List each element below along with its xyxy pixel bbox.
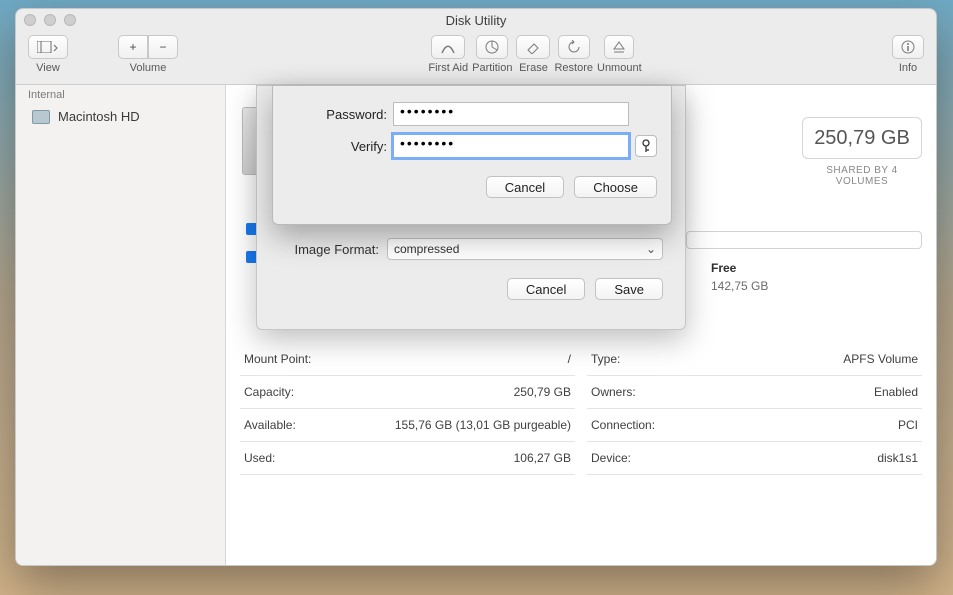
info-val: 106,27 GB xyxy=(514,451,571,465)
toolbar-volume: + − Volume xyxy=(118,35,178,74)
verify-label: Verify: xyxy=(287,139,387,154)
first-aid-label: First Aid xyxy=(428,62,468,74)
free-label: Free xyxy=(711,261,736,275)
unmount-icon xyxy=(613,40,625,54)
disk-size-badge: 250,79 GB xyxy=(802,117,922,159)
partition-icon xyxy=(485,40,499,54)
info-label: Info xyxy=(899,62,917,74)
erase-button[interactable] xyxy=(516,35,550,59)
image-format-value: compressed xyxy=(394,242,459,256)
titlebar: Disk Utility xyxy=(16,9,936,31)
toolbar: View + − Volume First Aid Partition Eras… xyxy=(16,31,936,85)
volume-add-button[interactable]: + xyxy=(118,35,148,59)
info-val: / xyxy=(568,352,571,366)
first-aid-icon xyxy=(440,40,456,54)
info-val: disk1s1 xyxy=(877,451,918,465)
info-val: 155,76 GB (13,01 GB purgeable) xyxy=(395,418,571,432)
sidebar-item-label: Macintosh HD xyxy=(58,109,140,124)
erase-label: Erase xyxy=(519,62,548,74)
password-cancel-button[interactable]: Cancel xyxy=(486,176,564,198)
image-format-label: Image Format: xyxy=(279,242,379,257)
password-label: Password: xyxy=(287,107,387,122)
partition-label: Partition xyxy=(472,62,512,74)
unmount-button[interactable] xyxy=(604,35,634,59)
disk-info-table: Mount Point: / Capacity: 250,79 GB Availab… xyxy=(240,343,922,475)
usage-bar xyxy=(686,231,922,249)
disk-utility-window: Disk Utility View + − Volume First Aid P… xyxy=(15,8,937,566)
info-key: Capacity: xyxy=(244,385,294,399)
sidebar: Internal Macintosh HD xyxy=(16,85,226,565)
info-key: Available: xyxy=(244,418,296,432)
sidebar-item-macintosh-hd[interactable]: Macintosh HD xyxy=(16,105,225,128)
restore-label: Restore xyxy=(554,62,593,74)
partition-button[interactable] xyxy=(476,35,508,59)
info-icon xyxy=(901,40,915,54)
toolbar-view: View xyxy=(28,35,68,74)
info-key: Device: xyxy=(591,451,631,465)
toolbar-center: First Aid Partition Erase Restore Unmoun… xyxy=(428,35,641,74)
info-key: Connection: xyxy=(591,418,655,432)
restore-icon xyxy=(567,40,581,54)
shared-by-text: SHARED BY 4 VOLUMES xyxy=(802,165,922,187)
password-input[interactable]: •••••••• xyxy=(393,102,629,126)
info-val: PCI xyxy=(898,418,918,432)
key-icon xyxy=(641,139,651,153)
restore-button[interactable] xyxy=(558,35,590,59)
image-save-button[interactable]: Save xyxy=(595,278,663,300)
info-col-right: Type: APFS Volume Owners: Enabled Connecti… xyxy=(587,343,922,475)
info-val: 250,79 GB xyxy=(514,385,571,399)
image-format-select[interactable]: compressed xyxy=(387,238,663,260)
erase-icon xyxy=(525,40,541,54)
password-assist-button[interactable] xyxy=(635,135,657,157)
window-title: Disk Utility xyxy=(16,13,936,28)
info-key: Mount Point: xyxy=(244,352,311,366)
info-key: Used: xyxy=(244,451,275,465)
volume-label: Volume xyxy=(130,62,167,74)
first-aid-button[interactable] xyxy=(431,35,465,59)
free-value: 142,75 GB xyxy=(711,279,768,293)
volume-icon xyxy=(32,110,50,124)
toolbar-info: Info xyxy=(892,35,924,74)
unmount-label: Unmount xyxy=(597,62,642,74)
content-pane: 250,79 GB SHARED BY 4 VOLUMES Free 142,7… xyxy=(226,85,936,565)
info-col-left: Mount Point: / Capacity: 250,79 GB Availab… xyxy=(240,343,575,475)
sidebar-icon xyxy=(37,41,59,53)
volume-remove-button[interactable]: − xyxy=(148,35,178,59)
password-sheet: Password: •••••••• Verify: •••••••• Canc… xyxy=(272,85,672,225)
password-choose-button[interactable]: Choose xyxy=(574,176,657,198)
info-val: Enabled xyxy=(874,385,918,399)
view-label: View xyxy=(36,62,60,74)
image-cancel-button[interactable]: Cancel xyxy=(507,278,585,300)
info-button[interactable] xyxy=(892,35,924,59)
info-key: Owners: xyxy=(591,385,636,399)
info-val: APFS Volume xyxy=(843,352,918,366)
view-button[interactable] xyxy=(28,35,68,59)
sidebar-section: Internal xyxy=(16,85,225,105)
verify-input[interactable]: •••••••• xyxy=(393,134,629,158)
info-key: Type: xyxy=(591,352,620,366)
